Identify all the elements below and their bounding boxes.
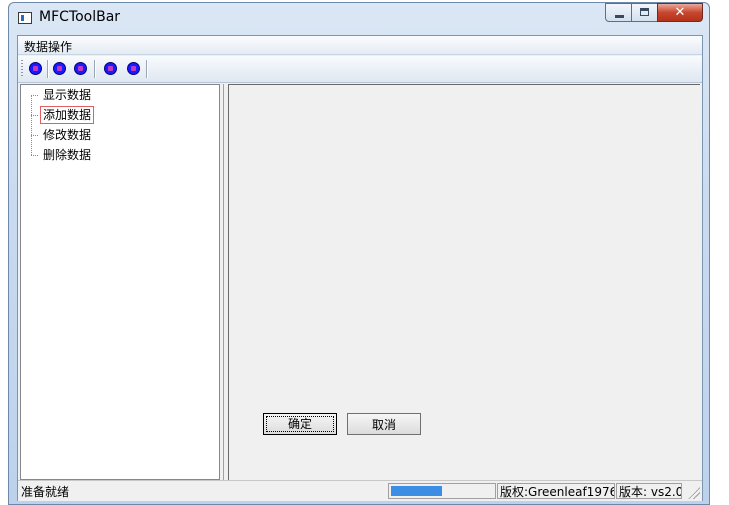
toolbar-separator: [94, 60, 96, 78]
menu-data-operations[interactable]: 数据操作: [24, 38, 72, 55]
menu-bar: 数据操作: [18, 36, 702, 55]
toolbar-button-5[interactable]: [127, 62, 140, 75]
status-progress-pane: [388, 483, 496, 499]
minimize-icon: [615, 15, 624, 18]
progress-bar-fill: [391, 486, 442, 496]
close-icon: ✕: [674, 5, 686, 20]
status-bar: 准备就绪 版权:Greenleaf1976 版本: vs2.0: [18, 480, 702, 501]
status-version: 版本: vs2.0: [616, 483, 682, 499]
close-button[interactable]: ✕: [657, 3, 703, 22]
toolbar: [18, 56, 702, 83]
tree-connector-line: [31, 96, 32, 156]
toolbar-separator: [146, 60, 148, 78]
tree-item-label: 添加数据: [39, 106, 95, 124]
tree-branch-line: [31, 135, 39, 136]
tree-branch-line: [31, 95, 39, 96]
toolbar-separator: [47, 60, 49, 78]
cancel-button[interactable]: 取消: [347, 413, 421, 435]
maximize-icon: [640, 8, 649, 16]
content-panel: 确定 取消: [228, 84, 700, 480]
minimize-button[interactable]: [605, 3, 632, 22]
tree-item-label: 修改数据: [43, 128, 92, 142]
ok-button-label: 确定: [266, 416, 334, 432]
ok-button[interactable]: 确定: [263, 413, 337, 435]
app-window-icon[interactable]: [18, 12, 32, 24]
tree-item-label: 删除数据: [43, 148, 92, 162]
tree-branch-line: [31, 155, 39, 156]
maximize-button[interactable]: [631, 3, 658, 22]
client-area: 数据操作 显示数据 添加数据 修改数据 删除数据 确定 取消 准备就绪 版权:G…: [17, 35, 703, 501]
title-bar[interactable]: MFCToolBar ✕: [9, 3, 709, 33]
toolbar-button-1[interactable]: [29, 62, 42, 75]
cancel-button-label: 取消: [371, 417, 396, 432]
toolbar-button-4[interactable]: [104, 62, 117, 75]
resize-grip[interactable]: [688, 487, 700, 499]
toolbar-button-3[interactable]: [74, 62, 87, 75]
tree-branch-line: [31, 115, 39, 116]
app-window: MFCToolBar ✕ 数据操作 显示数据 添加数据 修改数据 删除数据 确定…: [8, 2, 710, 505]
tree-view[interactable]: 显示数据 添加数据 修改数据 删除数据: [20, 84, 220, 480]
splitter-bar[interactable]: [223, 84, 227, 480]
toolbar-grip[interactable]: [21, 60, 23, 78]
status-copyright: 版权:Greenleaf1976: [497, 483, 615, 499]
status-text: 准备就绪: [21, 485, 70, 499]
window-title: MFCToolBar: [39, 9, 121, 25]
toolbar-button-2[interactable]: [53, 62, 66, 75]
tree-item-label: 显示数据: [43, 88, 92, 102]
